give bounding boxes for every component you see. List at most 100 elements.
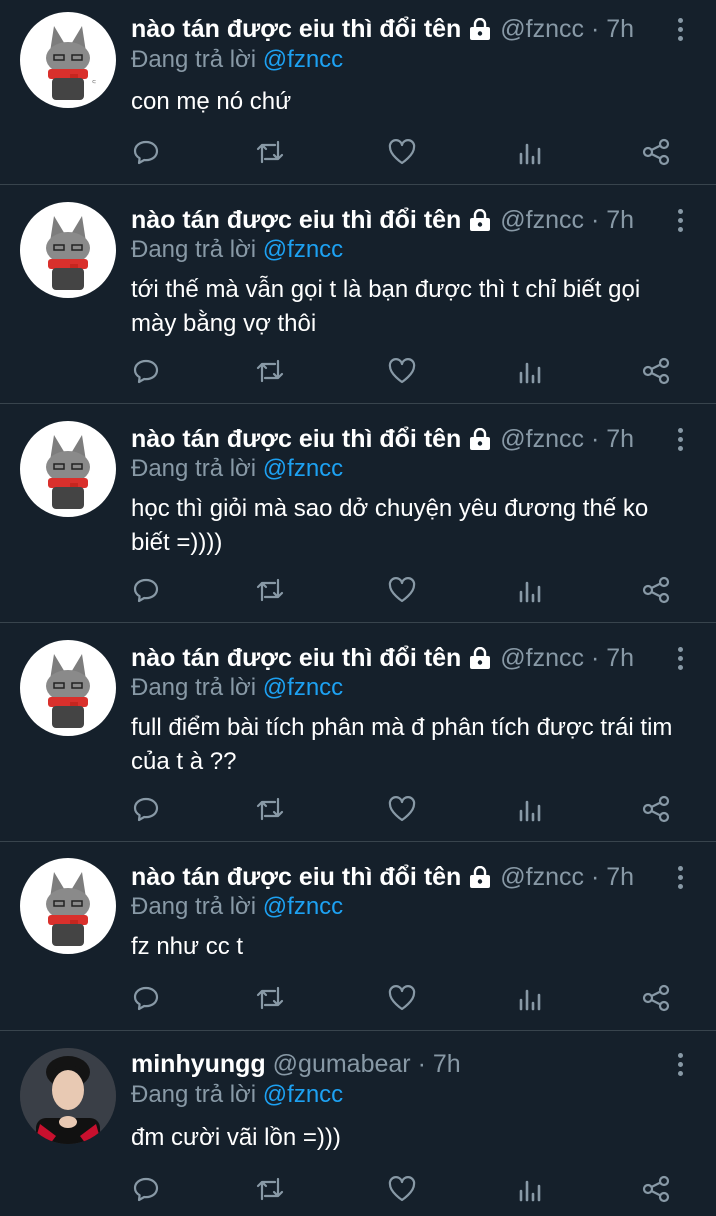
tweet[interactable]: nào tán được eiu thì đổi tên @fzncc · 7h… xyxy=(0,404,716,623)
reply-icon[interactable] xyxy=(128,791,164,827)
avatar[interactable]: ꜀ xyxy=(20,12,116,108)
reply-icon[interactable] xyxy=(128,353,164,389)
more-vertical-icon[interactable] xyxy=(668,421,692,457)
retweet-icon[interactable] xyxy=(252,791,288,827)
display-name[interactable]: nào tán được eiu thì đổi tên xyxy=(131,206,461,234)
separator-dot: · xyxy=(590,15,600,43)
avatar[interactable] xyxy=(20,1048,116,1144)
cat-illustration xyxy=(46,872,90,946)
tweet-actions xyxy=(0,791,716,831)
replying-to: Đang trả lời @fzncc xyxy=(131,234,343,266)
retweet-icon[interactable] xyxy=(252,1171,288,1207)
more-vertical-icon[interactable] xyxy=(668,11,692,47)
share-icon[interactable] xyxy=(638,572,674,608)
timestamp[interactable]: 7h xyxy=(606,15,634,43)
tweet-header: nào tán được eiu thì đổi tên @fzncc · 7h xyxy=(131,202,656,238)
more-vertical-icon[interactable] xyxy=(668,640,692,676)
heart-icon[interactable] xyxy=(384,572,420,608)
handle[interactable]: @fzncc xyxy=(500,425,584,453)
handle[interactable]: @fzncc xyxy=(500,15,584,43)
tweet[interactable]: ꜀ nào tán được eiu thì đổi tên @fzncc · … xyxy=(0,0,716,185)
tweet-header: nào tán được eiu thì đổi tên @fzncc · 7h xyxy=(131,859,656,895)
share-icon[interactable] xyxy=(638,134,674,170)
display-name[interactable]: nào tán được eiu thì đổi tên xyxy=(131,644,461,672)
display-name[interactable]: nào tán được eiu thì đổi tên xyxy=(131,425,461,453)
avatar[interactable] xyxy=(20,640,116,736)
heart-icon[interactable] xyxy=(384,353,420,389)
replying-prefix: Đang trả lời xyxy=(131,674,257,701)
tweet-actions xyxy=(0,134,716,174)
tweet-text: fz như cc t xyxy=(131,933,244,960)
mention-link[interactable]: @fzncc xyxy=(263,674,343,701)
replying-to: Đang trả lời @fzncc xyxy=(131,1079,343,1111)
timestamp[interactable]: 7h xyxy=(433,1050,461,1078)
display-name[interactable]: nào tán được eiu thì đổi tên xyxy=(131,15,461,43)
handle[interactable]: @fzncc xyxy=(500,206,584,234)
tweet-header: nào tán được eiu thì đổi tên @fzncc · 7h xyxy=(131,640,656,676)
separator-dot: · xyxy=(590,206,600,234)
tweet[interactable]: nào tán được eiu thì đổi tên @fzncc · 7h… xyxy=(0,842,716,1031)
analytics-icon[interactable] xyxy=(512,791,548,827)
analytics-icon[interactable] xyxy=(512,353,548,389)
tweet[interactable]: minhyungg @gumabear · 7h Đang trả lời @f… xyxy=(0,1031,716,1216)
tweet[interactable]: nào tán được eiu thì đổi tên @fzncc · 7h… xyxy=(0,623,716,842)
replying-prefix: Đang trả lời xyxy=(131,46,257,73)
analytics-icon[interactable] xyxy=(512,134,548,170)
mention-link[interactable]: @fzncc xyxy=(263,46,343,73)
analytics-icon[interactable] xyxy=(512,572,548,608)
heart-icon[interactable] xyxy=(384,980,420,1016)
separator-dot: · xyxy=(590,425,600,453)
heart-icon[interactable] xyxy=(384,791,420,827)
separator-dot: · xyxy=(590,644,600,672)
mention-link[interactable]: @fzncc xyxy=(263,893,343,920)
avatar[interactable] xyxy=(20,202,116,298)
mention-link[interactable]: @fzncc xyxy=(263,455,343,482)
more-vertical-icon[interactable] xyxy=(668,1046,692,1082)
share-icon[interactable] xyxy=(638,1171,674,1207)
tweet-actions xyxy=(0,1171,716,1211)
reply-icon[interactable] xyxy=(128,134,164,170)
analytics-icon[interactable] xyxy=(512,980,548,1016)
more-vertical-icon[interactable] xyxy=(668,859,692,895)
handle[interactable]: @fzncc xyxy=(500,863,584,891)
heart-icon[interactable] xyxy=(384,134,420,170)
reply-icon[interactable] xyxy=(128,1171,164,1207)
cat-illustration xyxy=(46,435,90,509)
reply-icon[interactable] xyxy=(128,980,164,1016)
replying-to: Đang trả lời @fzncc xyxy=(131,891,343,923)
heart-icon[interactable] xyxy=(384,1171,420,1207)
share-icon[interactable] xyxy=(638,791,674,827)
timestamp[interactable]: 7h xyxy=(606,425,634,453)
analytics-icon[interactable] xyxy=(512,1171,548,1207)
tweet[interactable]: nào tán được eiu thì đổi tên @fzncc · 7h… xyxy=(0,185,716,404)
share-icon[interactable] xyxy=(638,980,674,1016)
retweet-icon[interactable] xyxy=(252,572,288,608)
retweet-icon[interactable] xyxy=(252,353,288,389)
tweet-text: full điểm bài tích phân mà đ phân tích đ… xyxy=(131,714,673,775)
display-name[interactable]: minhyungg xyxy=(131,1050,266,1078)
lock-icon xyxy=(467,862,493,895)
avatar[interactable] xyxy=(20,421,116,517)
replying-to: Đang trả lời @fzncc xyxy=(131,44,343,76)
timestamp[interactable]: 7h xyxy=(606,644,634,672)
mention-link[interactable]: @fzncc xyxy=(263,1081,343,1108)
more-vertical-icon[interactable] xyxy=(668,202,692,238)
tweet-actions xyxy=(0,980,716,1020)
mention-link[interactable]: @fzncc xyxy=(263,236,343,263)
lock-icon xyxy=(467,643,493,676)
share-icon[interactable] xyxy=(638,353,674,389)
retweet-icon[interactable] xyxy=(252,980,288,1016)
replying-prefix: Đang trả lời xyxy=(131,893,257,920)
display-name[interactable]: nào tán được eiu thì đổi tên xyxy=(131,863,461,891)
tweet-text: tới thế mà vẫn gọi t là bạn được thì t c… xyxy=(131,276,641,337)
cat-illustration: ꜀ xyxy=(46,26,96,100)
reply-icon[interactable] xyxy=(128,572,164,608)
cat-illustration xyxy=(46,654,90,728)
retweet-icon[interactable] xyxy=(252,134,288,170)
handle[interactable]: @gumabear xyxy=(273,1050,411,1078)
timestamp[interactable]: 7h xyxy=(606,863,634,891)
tweet-text: học thì giỏi mà sao dở chuyện yêu đương … xyxy=(131,495,649,556)
timestamp[interactable]: 7h xyxy=(606,206,634,234)
avatar[interactable] xyxy=(20,858,116,954)
handle[interactable]: @fzncc xyxy=(500,644,584,672)
